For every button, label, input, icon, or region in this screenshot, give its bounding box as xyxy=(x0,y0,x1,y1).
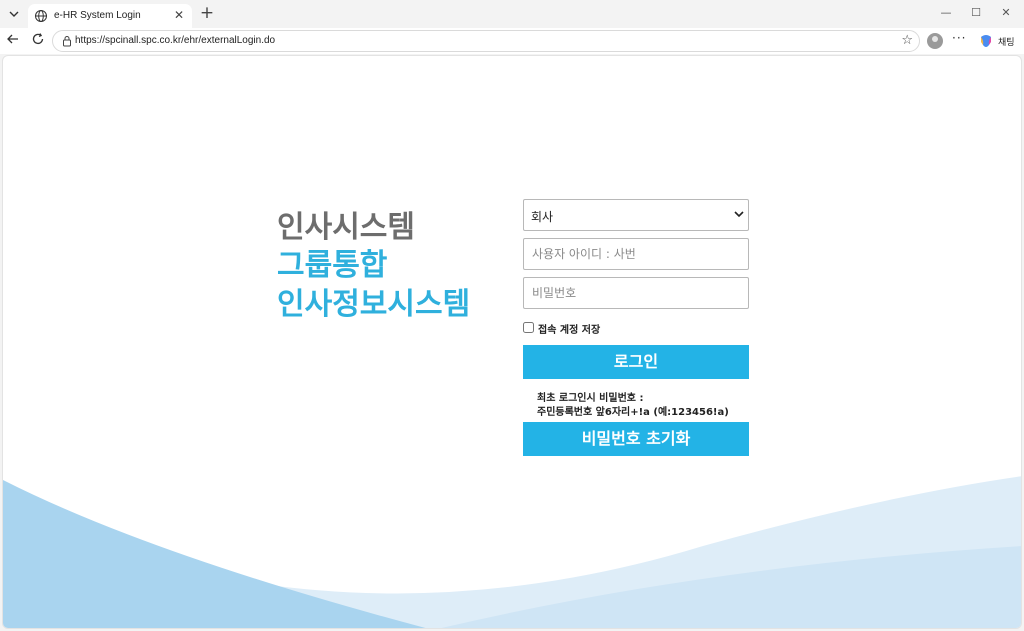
headline-hr-info-system: 인사정보시스템 xyxy=(277,287,471,322)
close-tab-icon[interactable]: ✕ xyxy=(172,8,186,22)
tab-list-chevron-icon[interactable] xyxy=(4,4,24,24)
remember-account-label[interactable]: 접속 계정 저장 xyxy=(538,321,600,336)
globe-icon xyxy=(35,10,47,22)
lock-icon[interactable] xyxy=(61,35,73,47)
background-waves xyxy=(3,476,1021,628)
copilot-chat-label[interactable]: 채팅 xyxy=(998,35,1015,48)
close-window-icon[interactable]: ✕ xyxy=(998,6,1014,19)
chevron-down-icon xyxy=(734,211,744,218)
company-select[interactable]: 회사 xyxy=(523,199,749,231)
profile-avatar[interactable] xyxy=(927,33,943,49)
remember-account-checkbox[interactable] xyxy=(523,322,534,333)
refresh-button[interactable] xyxy=(29,32,47,50)
back-button[interactable] xyxy=(4,32,22,50)
page-viewport: 인사시스템 그룹통합 인사정보시스템 회사 접속 계정 저장 로그인 최초 로그… xyxy=(2,55,1022,629)
password-reset-button[interactable]: 비밀번호 초기화 xyxy=(523,422,749,456)
user-id-input[interactable] xyxy=(523,238,749,270)
back-arrow-icon xyxy=(7,34,18,44)
company-select-value: 회사 xyxy=(531,210,554,224)
tab-title: e-HR System Login xyxy=(54,10,141,21)
headline-group-integrated: 그룹통합 xyxy=(277,248,388,283)
address-bar[interactable]: https://spcinall.spc.co.kr/ehr/externalL… xyxy=(52,30,920,52)
tab-strip: e-HR System Login ✕ + — ☐ ✕ xyxy=(0,0,1024,28)
initial-password-hint-detail: 주민등록번호 앞6자리+!a (예:123456!a) xyxy=(537,407,729,418)
initial-password-hint-title: 최초 로그인시 비밀번호 : xyxy=(537,393,644,404)
more-menu-button[interactable]: ··· xyxy=(952,31,966,45)
maximize-icon[interactable]: ☐ xyxy=(968,6,984,19)
new-tab-button[interactable]: + xyxy=(198,4,216,22)
navigation-bar: https://spcinall.spc.co.kr/ehr/externalL… xyxy=(0,28,1024,54)
url-text: https://spcinall.spc.co.kr/ehr/externalL… xyxy=(75,35,276,46)
favorite-star-icon[interactable]: ☆ xyxy=(901,33,913,48)
login-button[interactable]: 로그인 xyxy=(523,345,749,379)
minimize-icon[interactable]: — xyxy=(938,6,954,19)
copilot-icon[interactable] xyxy=(978,33,994,49)
password-input[interactable] xyxy=(523,277,749,309)
tab-ehr-login[interactable]: e-HR System Login ✕ xyxy=(28,4,192,28)
refresh-icon xyxy=(32,33,44,45)
